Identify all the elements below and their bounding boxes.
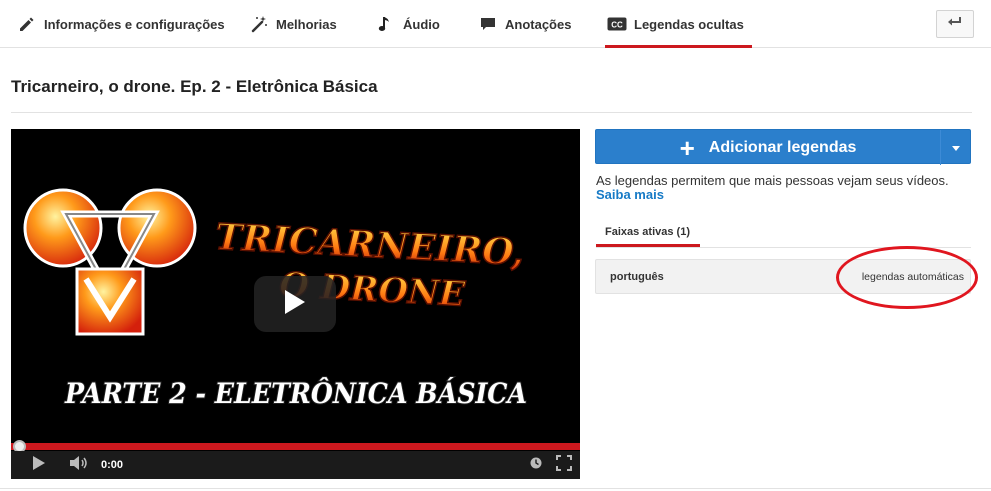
speech-bubble-icon <box>478 14 498 34</box>
learn-more-link[interactable]: Saiba mais <box>596 187 664 202</box>
caption-track-row[interactable]: português legendas automáticas <box>595 259 971 294</box>
play-icon <box>283 289 307 320</box>
current-time: 0:00 <box>101 459 124 471</box>
progress-bar[interactable] <box>11 443 580 450</box>
tab-info-settings[interactable]: Informações e configurações <box>17 0 225 48</box>
subtab-divider <box>596 247 971 248</box>
play-overlay-button[interactable] <box>254 276 336 332</box>
add-captions-button[interactable]: + Adicionar legendas <box>595 129 971 165</box>
tab-closed-captions-label: Legendas ocultas <box>634 16 744 32</box>
tab-annotations-label: Anotações <box>505 16 572 32</box>
video-player[interactable]: TRICARNEIRO, O DRONE PARTE 2 - ELETRÔNIC… <box>11 129 580 479</box>
svg-text:CC: CC <box>611 21 623 30</box>
add-captions-dropdown[interactable] <box>940 130 970 165</box>
tab-info-settings-label: Informações e configurações <box>44 16 225 32</box>
thumbnail-subtitle: PARTE 2 - ELETRÔNICA BÁSICA <box>64 376 527 410</box>
tab-audio[interactable]: Áudio <box>376 0 440 48</box>
back-button[interactable] <box>936 10 974 38</box>
tab-annotations[interactable]: Anotações <box>478 0 571 48</box>
fullscreen-button[interactable] <box>553 451 575 479</box>
caret-down-icon <box>951 139 961 157</box>
volume-icon <box>69 455 89 475</box>
magic-wand-icon <box>249 14 269 34</box>
thumbnail-title-line1: TRICARNEIRO, <box>214 216 525 274</box>
track-language: português <box>610 271 664 283</box>
add-captions-main[interactable]: + Adicionar legendas <box>596 130 940 165</box>
tab-audio-label: Áudio <box>403 16 440 32</box>
play-button[interactable] <box>29 451 49 479</box>
captions-description: As legendas permitem que mais pessoas ve… <box>596 174 976 202</box>
captions-description-text: As legendas permitem que mais pessoas ve… <box>596 173 949 188</box>
video-title: Tricarneiro, o drone. Ep. 2 - Eletrônica… <box>11 77 378 96</box>
volume-button[interactable] <box>67 451 91 479</box>
tab-closed-captions[interactable]: CC Legendas ocultas <box>605 0 752 48</box>
play-small-icon <box>32 455 46 475</box>
plus-icon: + <box>679 132 695 163</box>
tab-active-tracks[interactable]: Faixas ativas (1) <box>596 219 700 247</box>
clock-icon <box>530 456 542 474</box>
track-type: legendas automáticas <box>861 271 964 283</box>
bottom-divider <box>0 488 991 489</box>
tab-enhancements[interactable]: Melhorias <box>249 0 337 48</box>
music-note-icon <box>376 14 396 34</box>
title-divider <box>11 112 972 113</box>
tab-enhancements-label: Melhorias <box>276 16 337 32</box>
pencil-icon <box>17 14 37 34</box>
fullscreen-icon <box>556 454 572 476</box>
add-captions-label: Adicionar legendas <box>708 138 857 156</box>
player-controls: 0:00 <box>11 451 580 479</box>
back-arrow-icon <box>947 15 963 33</box>
cc-icon: CC <box>607 14 627 34</box>
edit-tabbar: Informações e configurações Melhorias Áu… <box>0 0 991 48</box>
watch-later-button[interactable] <box>527 451 545 479</box>
